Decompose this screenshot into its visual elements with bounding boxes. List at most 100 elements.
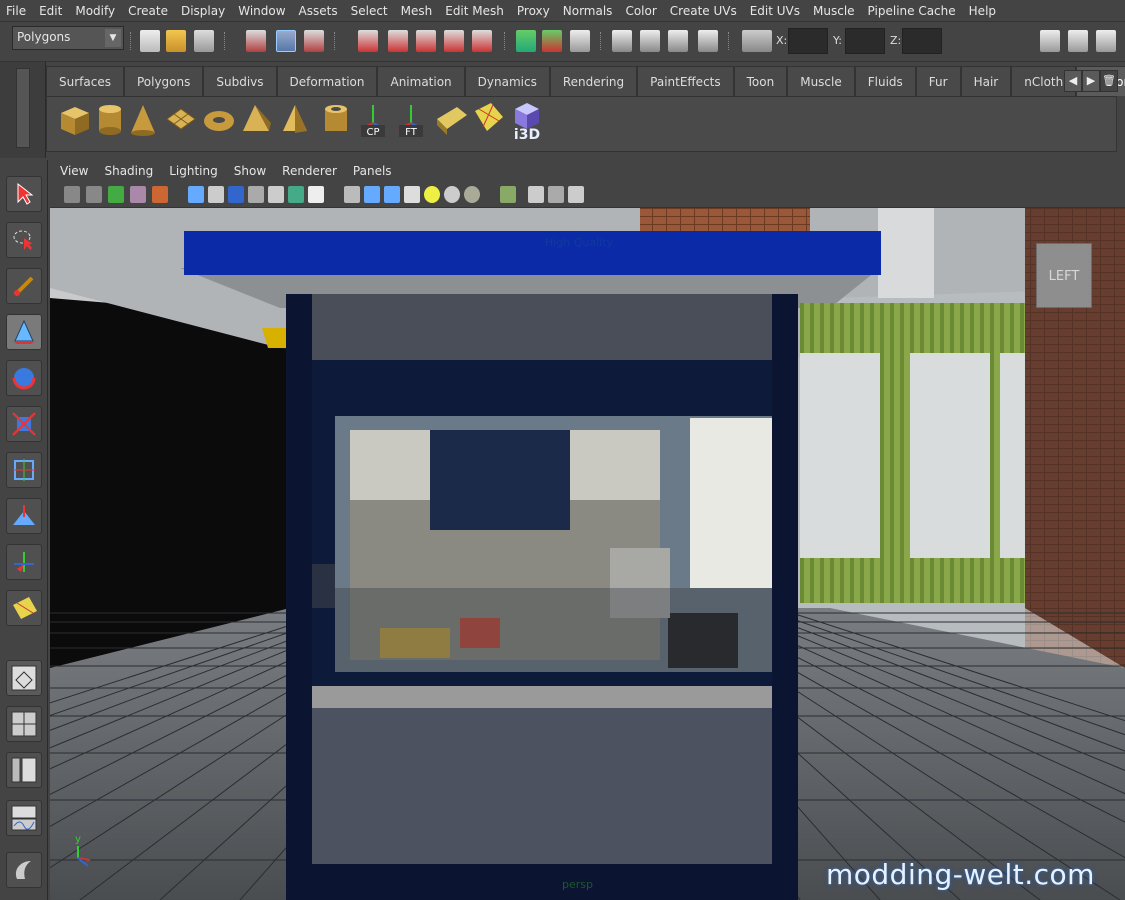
shelf-menu-icon[interactable]: [16, 68, 30, 148]
coord-z-field[interactable]: [902, 28, 942, 54]
uv-map-icon[interactable]: [437, 107, 467, 135]
use-all-lights-icon[interactable]: [424, 186, 440, 203]
coord-y-field[interactable]: [845, 28, 885, 54]
cube-icon[interactable]: [61, 107, 89, 135]
select-camera-icon[interactable]: [64, 186, 80, 203]
move-tool-icon[interactable]: [6, 314, 42, 350]
pyramid-icon[interactable]: [283, 105, 307, 133]
menu-muscle[interactable]: Muscle: [813, 4, 855, 18]
shelf-tab-fur[interactable]: Fur: [915, 66, 961, 96]
rotate-tool-icon[interactable]: [6, 360, 42, 396]
field-chart-icon[interactable]: [268, 186, 284, 203]
grid-icon[interactable]: [188, 186, 204, 203]
menu-assets[interactable]: Assets: [299, 4, 338, 18]
menu-color[interactable]: Color: [625, 4, 656, 18]
shelf-tab-toon[interactable]: Toon: [733, 66, 788, 96]
i3d-export-icon[interactable]: i3D: [514, 103, 540, 143]
shelf-tab-painteffects[interactable]: PaintEffects: [637, 66, 734, 96]
bookmarks-icon[interactable]: [108, 186, 124, 203]
render-icon[interactable]: [640, 30, 660, 52]
perspective-viewport[interactable]: y: [50, 208, 1125, 900]
menu-edit-uvs[interactable]: Edit UVs: [750, 4, 800, 18]
render-settings-icon[interactable]: [698, 30, 718, 52]
uv-layout-icon[interactable]: [475, 103, 503, 131]
snap-grid-icon[interactable]: [358, 30, 378, 52]
menu-help[interactable]: Help: [969, 4, 996, 18]
outliner-layout-icon[interactable]: [6, 752, 42, 788]
pipe-icon[interactable]: [325, 105, 347, 131]
menu-file[interactable]: File: [6, 4, 26, 18]
channel-box-icon[interactable]: [1096, 30, 1116, 52]
menu-pipeline-cache[interactable]: Pipeline Cache: [868, 4, 956, 18]
input-ops-icon[interactable]: [516, 30, 536, 52]
open-scene-icon[interactable]: [166, 30, 186, 52]
xray-icon[interactable]: [528, 186, 544, 203]
shelf-scroll-left-icon[interactable]: ◀: [1064, 70, 1082, 92]
paint-select-tool-icon[interactable]: [6, 268, 42, 304]
select-object-icon[interactable]: [276, 30, 296, 52]
menu-display[interactable]: Display: [181, 4, 225, 18]
attribute-editor-icon[interactable]: [1040, 30, 1060, 52]
xray-joints-icon[interactable]: [548, 186, 564, 203]
shelf-tab-deformation[interactable]: Deformation: [276, 66, 378, 96]
high-quality-icon[interactable]: [464, 186, 480, 203]
snap-curve-icon[interactable]: [388, 30, 408, 52]
resolution-gate-icon[interactable]: [228, 186, 244, 203]
snap-view-plane-icon[interactable]: [444, 30, 464, 52]
center-pivot-icon[interactable]: CP: [360, 105, 386, 138]
new-scene-icon[interactable]: [140, 30, 160, 52]
cylinder-icon[interactable]: [99, 105, 121, 135]
universal-manipulator-icon[interactable]: [6, 452, 42, 488]
film-gate-icon[interactable]: [208, 186, 224, 203]
lasso-tool-icon[interactable]: [6, 222, 42, 258]
shelf-tab-animation[interactable]: Animation: [377, 66, 465, 96]
isolate-select-icon[interactable]: [500, 186, 516, 203]
shadows-icon[interactable]: [444, 186, 460, 203]
shelf-tab-subdivs[interactable]: Subdivs: [203, 66, 277, 96]
panel-menu-show[interactable]: Show: [234, 164, 266, 178]
menu-normals[interactable]: Normals: [563, 4, 613, 18]
panel-menu-renderer[interactable]: Renderer: [282, 164, 337, 178]
chevron-down-icon[interactable]: ▼: [105, 29, 121, 47]
four-view-layout-icon[interactable]: [6, 706, 42, 742]
safe-title-icon[interactable]: [308, 186, 324, 203]
panel-menu-shading[interactable]: Shading: [104, 164, 153, 178]
output-ops-icon[interactable]: [542, 30, 562, 52]
snap-point-icon[interactable]: [416, 30, 436, 52]
select-hierarchy-icon[interactable]: [246, 30, 266, 52]
soft-modification-tool-icon[interactable]: [6, 498, 42, 534]
shelf-tab-polygons[interactable]: Polygons: [123, 66, 204, 96]
backface-culling-icon[interactable]: [568, 186, 584, 203]
shelf-tab-dynamics[interactable]: Dynamics: [464, 66, 550, 96]
freeze-transform-icon[interactable]: FT: [398, 105, 424, 138]
shelf-tab-muscle[interactable]: Muscle: [787, 66, 855, 96]
last-tool-used-icon[interactable]: [6, 590, 42, 626]
make-live-icon[interactable]: [472, 30, 492, 52]
tool-settings-icon[interactable]: [1068, 30, 1088, 52]
gate-mask-icon[interactable]: [248, 186, 264, 203]
menu-select[interactable]: Select: [351, 4, 388, 18]
2d-pan-zoom-icon[interactable]: [152, 186, 168, 203]
single-perspective-layout-icon[interactable]: [6, 660, 42, 696]
select-tool-icon[interactable]: [6, 176, 42, 212]
textured-icon[interactable]: [404, 186, 420, 203]
shelf-scroll-right-icon[interactable]: ▶: [1082, 70, 1100, 92]
camera-attributes-icon[interactable]: [86, 186, 102, 203]
torus-icon[interactable]: [204, 111, 234, 131]
shelf-tab-fluids[interactable]: Fluids: [854, 66, 916, 96]
menu-modify[interactable]: Modify: [75, 4, 115, 18]
input-box-icon[interactable]: [742, 30, 772, 52]
menu-edit-mesh[interactable]: Edit Mesh: [445, 4, 504, 18]
ipr-render-icon[interactable]: [668, 30, 688, 52]
coord-x-field[interactable]: [788, 28, 828, 54]
menu-edit[interactable]: Edit: [39, 4, 62, 18]
wireframe-icon[interactable]: [344, 186, 360, 203]
wireframe-on-shaded-icon[interactable]: [384, 186, 400, 203]
menu-create[interactable]: Create: [128, 4, 168, 18]
script-editor-icon[interactable]: [6, 852, 42, 888]
graph-editor-layout-icon[interactable]: [6, 800, 42, 836]
show-manipulator-tool-icon[interactable]: [6, 544, 42, 580]
render-view-icon[interactable]: [612, 30, 632, 52]
cone-icon[interactable]: [131, 105, 155, 136]
shelf-tab-surfaces[interactable]: Surfaces: [46, 66, 124, 96]
